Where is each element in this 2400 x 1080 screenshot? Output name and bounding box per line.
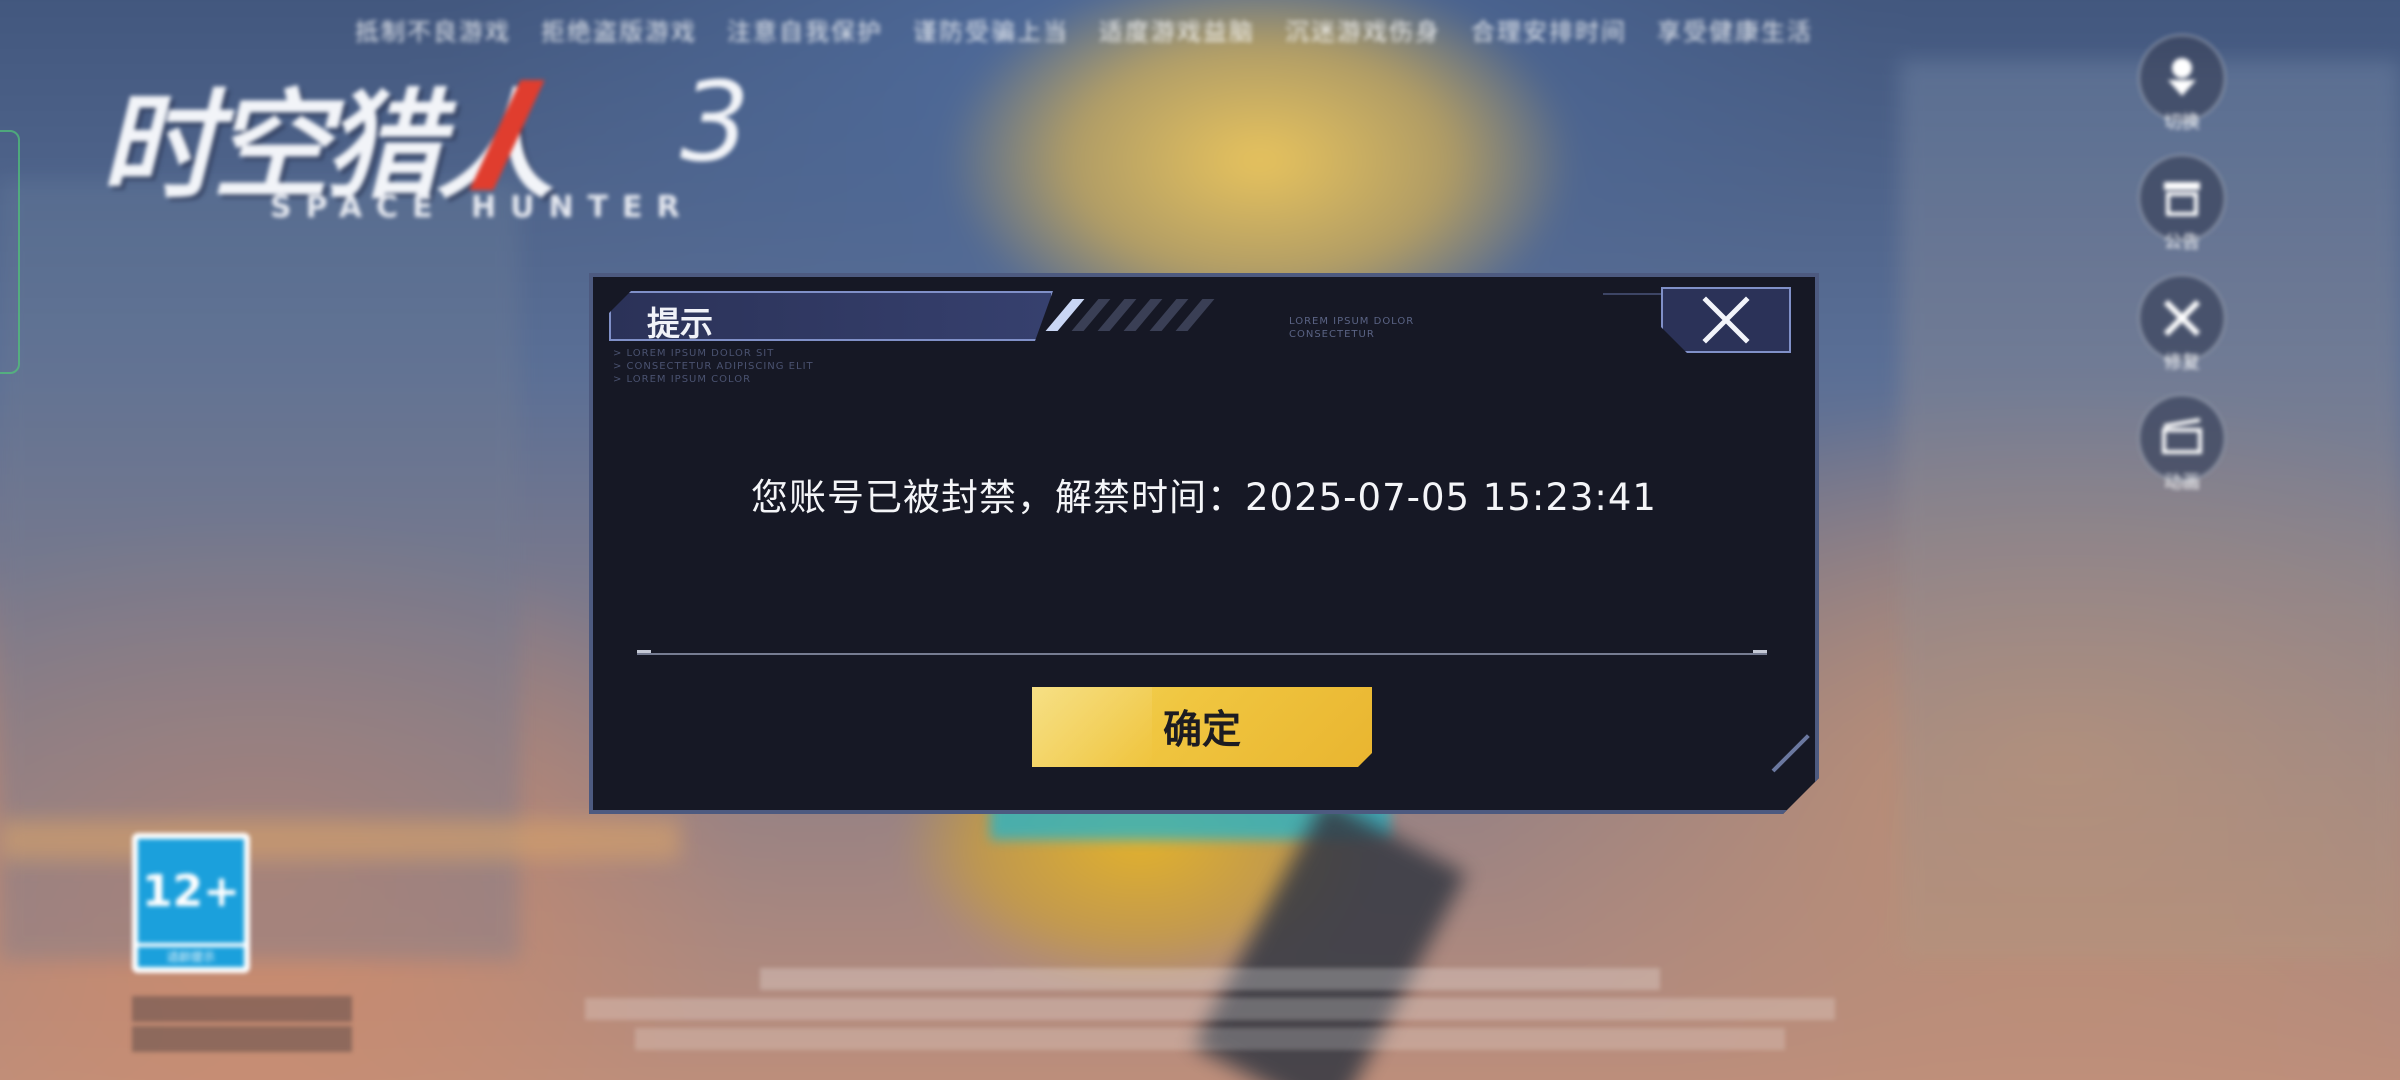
side-button-label: 动画 [2164,472,2200,493]
divider-tick [637,650,651,653]
confirm-button[interactable]: 确定 [1032,687,1372,767]
decorative-text-left: > LOREM IPSUM DOLOR SIT > CONSECTETUR AD… [613,347,814,386]
version-info-line [132,996,352,1022]
ban-notice-dialog: 提示 LOREM IPSUM DOLOR CONSECTETUR > LOREM… [589,273,1819,814]
floating-edge-tab[interactable] [0,130,20,374]
notice-item: 合理安排时间 [1471,18,1627,46]
decorative-line: > LOREM IPSUM COLOR [613,374,752,385]
side-button-label: 修复 [2164,352,2200,373]
age-rating-label: 12+ [138,839,244,943]
decorative-line: > LOREM IPSUM DOLOR SIT [613,348,775,359]
ban-message: 您账号已被封禁，解禁时间：2025-07-05 15:23:41 [751,476,1657,519]
side-button-switch[interactable]: 切换 [2134,34,2230,144]
notice-item: 享受健康生活 [1657,18,1813,46]
game-logo: 时空猎人 3 SPACE HUNTER [100,40,800,240]
logo-number: 3 [680,58,750,186]
logo-subtitle: SPACE HUNTER [270,190,694,225]
decorative-line: > CONSECTETUR ADIPISCING ELIT [613,361,814,372]
background-platform [0,820,680,860]
version-info-line [132,1026,352,1052]
divider-tick [1753,650,1767,653]
decorative-line: LOREM IPSUM DOLOR [1289,316,1415,327]
notice-item: 沉迷游戏伤身 [1285,18,1441,46]
age-rating-caption: 适龄提示 [138,947,244,967]
notice-item: 适度游戏益脑 [1099,18,1255,46]
side-button-notice[interactable]: 公告 [2134,154,2230,264]
notice-item: 谨防受骗上当 [913,18,1069,46]
decorative-line: CONSECTETUR [1289,329,1375,340]
age-rating-badge[interactable]: 12+ 适龄提示 [132,833,250,973]
side-button-repair[interactable]: 修复 [2134,274,2230,384]
close-button[interactable] [1661,287,1791,353]
side-button-animation[interactable]: 动画 [2134,394,2230,504]
close-icon [1700,296,1752,344]
decorative-text-right: LOREM IPSUM DOLOR CONSECTETUR [1289,315,1414,341]
side-button-label: 切换 [2164,112,2200,133]
title-stripes-decoration [1059,299,1201,331]
dialog-divider [637,653,1767,655]
side-button-label: 公告 [2164,232,2200,253]
dialog-title: 提示 [647,304,713,343]
legal-notice-text [560,960,1860,1058]
game-login-screen: 抵制不良游戏 拒绝盗版游戏 注意自我保护 谨防受骗上当 适度游戏益脑 沉迷游戏伤… [0,0,2400,1080]
